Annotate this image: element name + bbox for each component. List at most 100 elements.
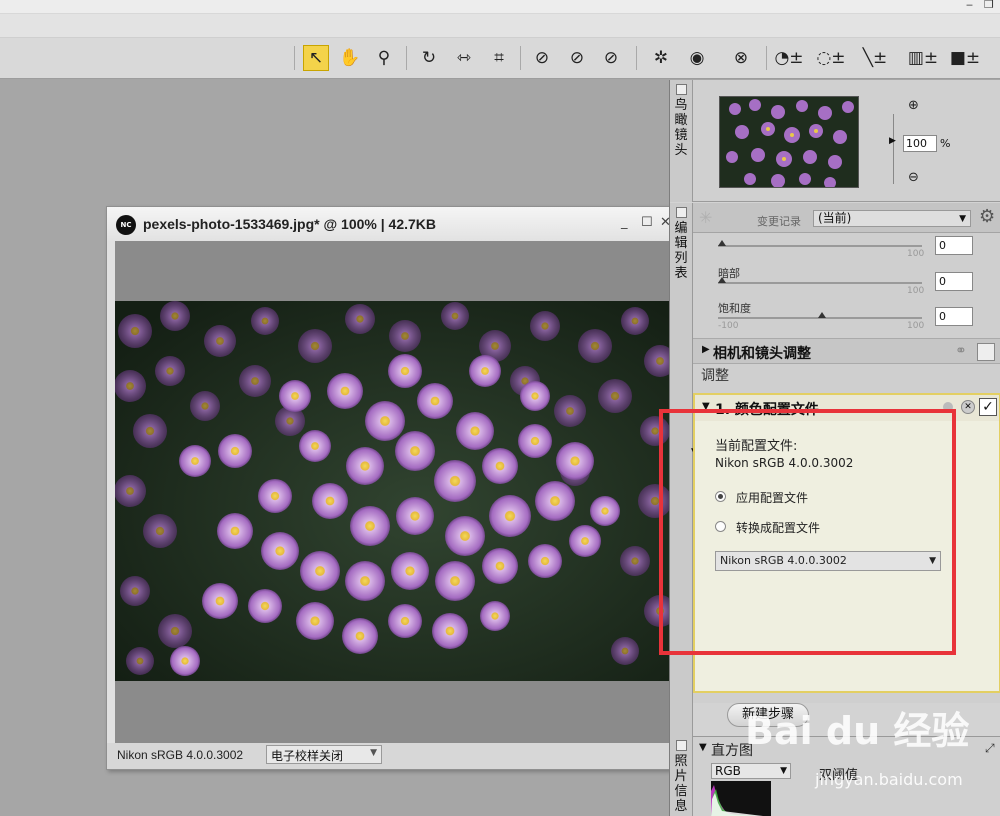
image-window-title: pexels-photo-1533469.jpg* @ 100% | 42.7K… bbox=[143, 216, 437, 232]
zoom-unit: % bbox=[940, 137, 951, 150]
image-window-titlebar[interactable]: NC pexels-photo-1533469.jpg* @ 100% | 42… bbox=[107, 207, 673, 241]
expand-triangle-icon[interactable]: ▶ bbox=[702, 344, 710, 355]
toolbar-separator bbox=[520, 46, 521, 70]
new-step-button[interactable]: 新建步骤 bbox=[727, 703, 809, 727]
zoom-input[interactable]: 100 bbox=[903, 135, 937, 152]
zoom-out-icon[interactable]: ⊖ bbox=[908, 170, 919, 185]
slider-thumb[interactable] bbox=[718, 240, 726, 246]
black-point-picker-icon[interactable]: ⊘ bbox=[598, 45, 624, 71]
image-window[interactable]: NC pexels-photo-1533469.jpg* @ 100% | 42… bbox=[106, 206, 674, 770]
history-label: 变更记录 bbox=[757, 215, 801, 228]
zoom-in-icon[interactable]: ⊕ bbox=[908, 98, 919, 113]
straighten-icon[interactable]: ⇿ bbox=[451, 45, 477, 71]
image-canvas[interactable] bbox=[115, 241, 673, 743]
toolbar-separator bbox=[636, 46, 637, 70]
white-point-picker-icon[interactable]: ⊘ bbox=[529, 45, 555, 71]
title-strip: ‒ ❐ bbox=[0, 0, 1000, 14]
chevron-down-icon: ▼ bbox=[959, 214, 966, 224]
photo-info-tab-label: 照片信息 bbox=[674, 754, 688, 814]
histogram-graph-drawing bbox=[711, 785, 763, 816]
enable-checkbox[interactable] bbox=[977, 343, 995, 361]
zoom-icon[interactable]: ⚲ bbox=[371, 45, 397, 71]
histogram-graph bbox=[711, 781, 771, 816]
threshold-label: 双阈值 bbox=[819, 768, 859, 783]
zoom-slider-track[interactable] bbox=[893, 114, 894, 184]
edit-list-tab-label: 编辑列表 bbox=[674, 221, 688, 281]
slider-max: 100 bbox=[907, 286, 925, 296]
collapse-icon[interactable] bbox=[675, 84, 687, 95]
eye-icon[interactable]: ◉ bbox=[684, 45, 710, 71]
gray-point-picker-icon[interactable]: ⊘ bbox=[564, 45, 590, 71]
adjust-section-label[interactable]: 调整 bbox=[701, 365, 729, 385]
history-value: (当前) bbox=[818, 211, 852, 225]
remove-step-icon[interactable]: ✕ bbox=[961, 400, 975, 414]
step-enabled-checkbox[interactable]: ✓ bbox=[979, 398, 997, 416]
slider-thumb[interactable] bbox=[718, 277, 726, 283]
histogram-title: 直方图 bbox=[711, 743, 753, 759]
brush-icon[interactable]: ╲± bbox=[862, 45, 888, 71]
birdseye-tab[interactable]: 鸟瞰镜头 bbox=[670, 80, 693, 202]
rotate-icon[interactable]: ↻ bbox=[416, 45, 442, 71]
camera-lens-section-header[interactable]: ▶ 相机和镜头调整 ⚭ bbox=[693, 338, 1000, 364]
restore-icon[interactable]: ❐ bbox=[984, 0, 994, 10]
slider-min: -100 bbox=[718, 321, 739, 331]
red-eye-icon[interactable]: ✲ bbox=[648, 45, 674, 71]
menu-bar bbox=[0, 14, 1000, 38]
histogram-panel: ▼ 直方图 ⤢ RGB ▼ 双阈值 bbox=[693, 736, 1000, 816]
maximize-icon[interactable]: ☐ bbox=[641, 215, 653, 230]
slider-row-shadows: 暗部 100 0 bbox=[693, 265, 993, 299]
sparkle-icon: ✳ bbox=[699, 208, 713, 227]
chevron-down-icon: ▼ bbox=[370, 748, 377, 758]
birdseye-thumbnail[interactable] bbox=[719, 96, 859, 188]
slider-row-saturation: 饱和度 -100 100 0 bbox=[693, 300, 993, 334]
collapse-triangle-icon[interactable]: ▼ bbox=[699, 742, 707, 753]
flower-photo-image bbox=[115, 301, 673, 681]
toolbar: ↖ ✋ ⚲ ↻ ⇿ ⌗ ⊘ ⊘ ⊘ ✲ ◉ ⊗ ◔± ◌± ╲± ▥± ■± bbox=[0, 38, 1000, 79]
minimize-icon[interactable]: ‒ bbox=[966, 0, 973, 10]
flower-photo[interactable] bbox=[115, 301, 673, 681]
fill-icon[interactable]: ■± bbox=[950, 45, 980, 71]
expand-icon[interactable]: ⤢ bbox=[985, 741, 995, 756]
birdseye-tab-label: 鸟瞰镜头 bbox=[674, 98, 688, 158]
slider-row: 100 0 bbox=[693, 234, 993, 268]
app-logo-icon: NC bbox=[116, 215, 136, 235]
control-point-icon[interactable]: ◔± bbox=[774, 45, 803, 71]
link-icon[interactable]: ⚭ bbox=[955, 343, 967, 359]
histogram-channel-dropdown[interactable]: RGB ▼ bbox=[711, 763, 791, 779]
zoom-slider-arrow-icon[interactable]: ▶ bbox=[889, 136, 896, 146]
minimize-icon[interactable]: _ bbox=[621, 215, 628, 230]
birdseye-panel: ⊕ ▶ 100 % ⊖ bbox=[693, 80, 1000, 202]
toolbar-separator bbox=[294, 46, 295, 70]
collapse-icon[interactable] bbox=[675, 207, 687, 218]
slider-value-input[interactable]: 0 bbox=[935, 236, 973, 255]
chevron-down-icon: ▼ bbox=[780, 766, 787, 776]
slider-label-saturation: 饱和度 bbox=[718, 302, 751, 315]
slider-thumb[interactable] bbox=[818, 312, 826, 318]
selection-control-point-icon[interactable]: ◌± bbox=[816, 45, 845, 71]
annotation-highlight-box bbox=[659, 409, 956, 655]
thumbnail-image bbox=[720, 97, 858, 187]
toolbar-separator bbox=[766, 46, 767, 70]
softproof-value: 电子校样关闭 bbox=[271, 749, 344, 763]
slider-track[interactable] bbox=[718, 245, 922, 247]
history-header: ✳ 变更记录 (当前) ▼ ⚙ bbox=[693, 203, 1000, 233]
gear-icon[interactable]: ⚙ bbox=[979, 206, 995, 227]
camera-lens-title: 相机和镜头调整 bbox=[713, 346, 811, 362]
toolbar-separator bbox=[406, 46, 407, 70]
crop-icon[interactable]: ⌗ bbox=[486, 45, 512, 71]
photo-info-tab[interactable]: 照片信息 bbox=[670, 736, 693, 816]
slider-value-input[interactable]: 0 bbox=[935, 307, 973, 326]
slider-max: 100 bbox=[907, 249, 925, 259]
retouch-brush-icon[interactable]: ⊗ bbox=[728, 45, 754, 71]
slider-value-input[interactable]: 0 bbox=[935, 272, 973, 291]
softproof-dropdown[interactable]: 电子校样关闭 ▼ bbox=[266, 745, 382, 764]
slider-track[interactable] bbox=[718, 282, 922, 284]
image-status-bar: Nikon sRGB 4.0.0.3002 电子校样关闭 ▼ bbox=[107, 743, 673, 769]
gradient-icon[interactable]: ▥± bbox=[908, 45, 938, 71]
slider-max: 100 bbox=[907, 321, 925, 331]
history-dropdown[interactable]: (当前) ▼ bbox=[813, 210, 971, 227]
hand-icon[interactable]: ✋ bbox=[337, 45, 363, 71]
status-profile-label: Nikon sRGB 4.0.0.3002 bbox=[117, 748, 244, 762]
pointer-icon[interactable]: ↖ bbox=[303, 45, 329, 71]
collapse-icon[interactable] bbox=[675, 740, 687, 751]
